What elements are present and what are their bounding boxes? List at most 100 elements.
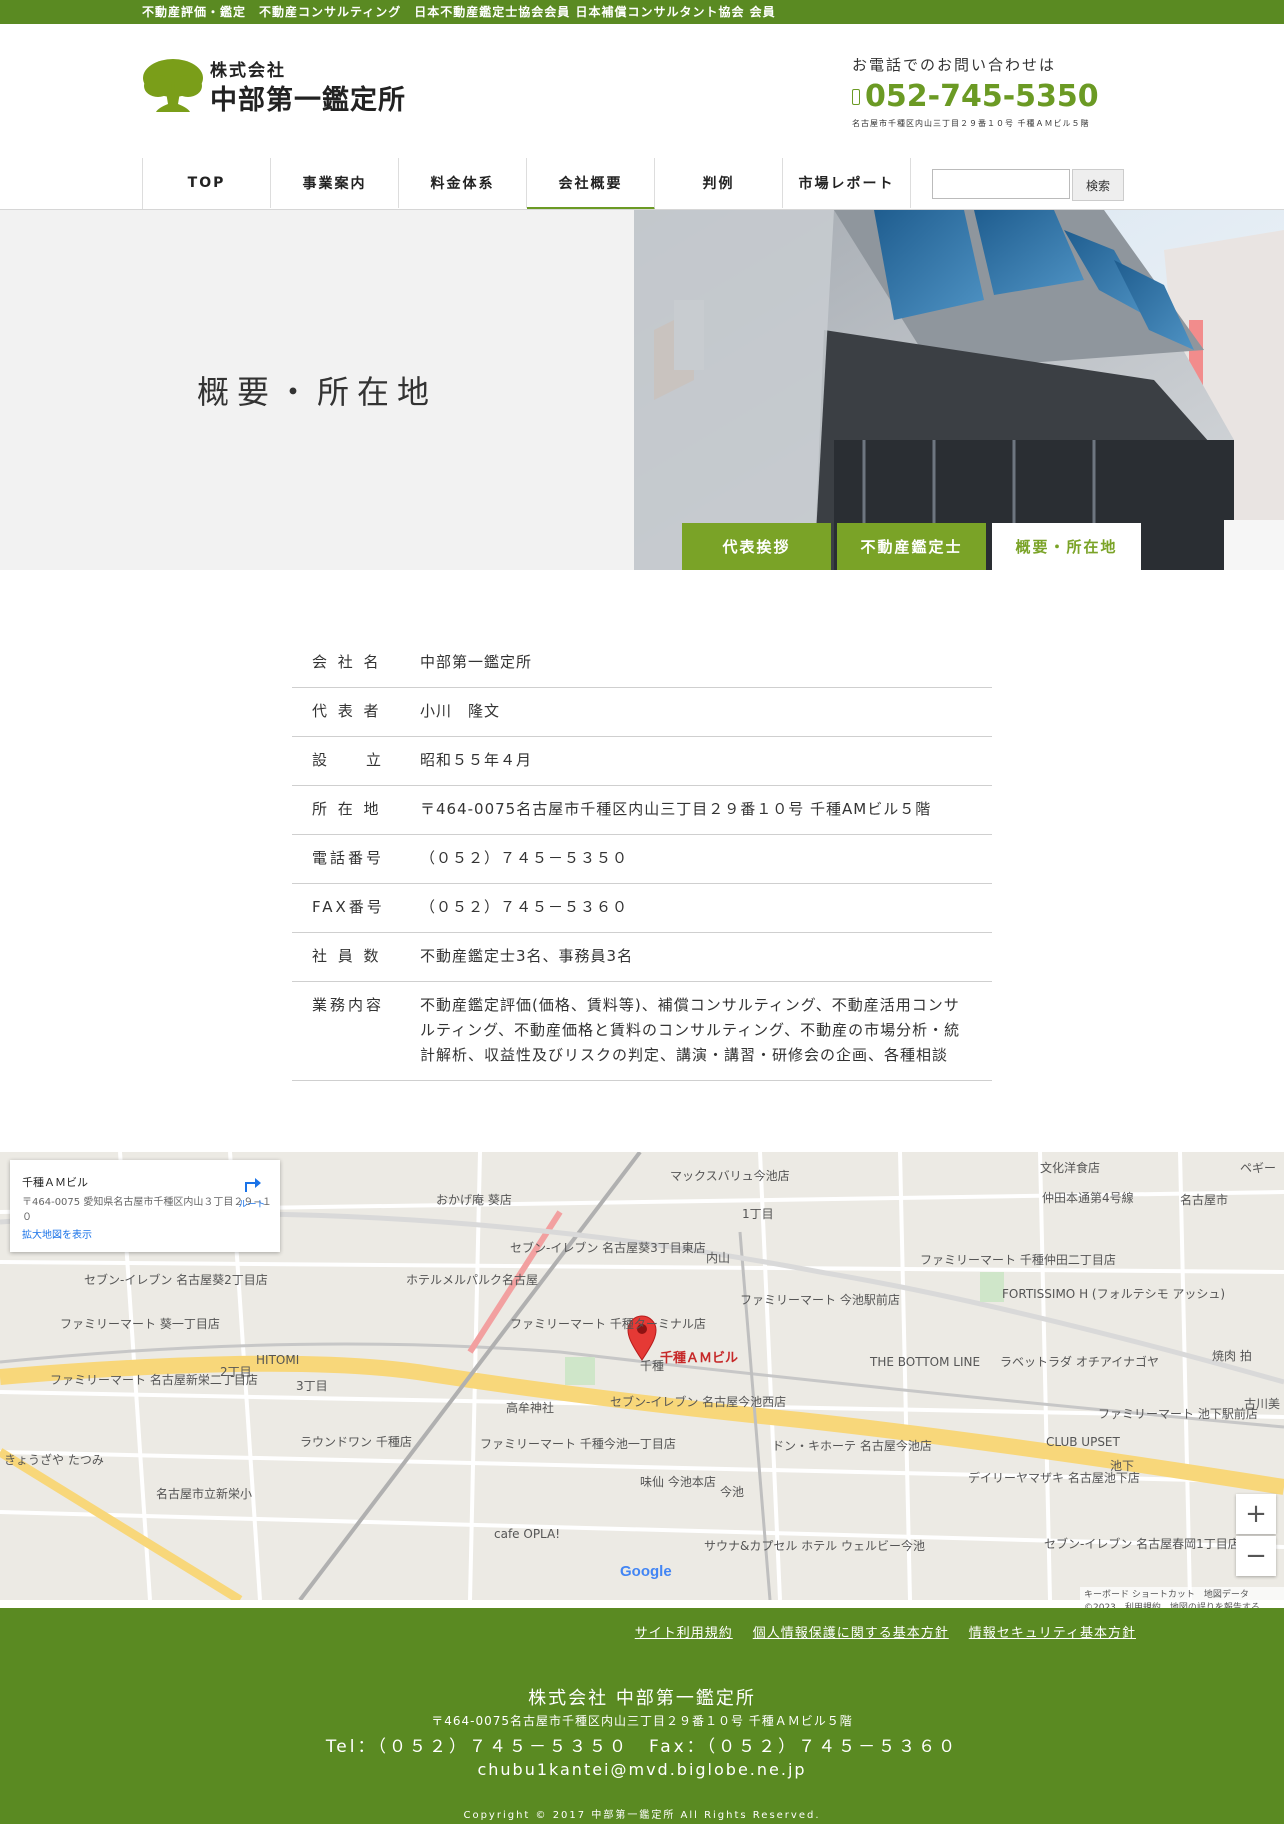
map-label: ペギー xyxy=(1240,1161,1276,1175)
map-label: FORTISSIMO H (フォルテシモ アッシュ) xyxy=(1002,1287,1225,1301)
nav-item-market-report[interactable]: 市場レポート xyxy=(783,158,911,208)
directions-button[interactable]: ルート xyxy=(238,1172,266,1210)
search-button[interactable]: 検索 xyxy=(1072,169,1124,201)
map-pin-label[interactable]: 千種ＡＭビル xyxy=(660,1350,738,1366)
contact-phone-number[interactable]: 052-745-5350 xyxy=(865,79,1099,114)
map-label: セブン-イレブン 名古屋葵3丁目東店 xyxy=(510,1240,706,1255)
map-label: マックスバリュ今池店 xyxy=(670,1168,790,1183)
map-label: THE BOTTOM LINE xyxy=(869,1355,980,1369)
footer-email[interactable]: chubu1kantei@mvd.biglobe.ne.jp xyxy=(0,1760,1284,1779)
tab-appraisers[interactable]: 不動産鑑定士 xyxy=(837,523,986,570)
map-label: 名古屋市 xyxy=(1180,1192,1228,1207)
hero-banner: 概要・所在地 xyxy=(0,210,1284,570)
row-value: 不動産鑑定評価(価格、賃料等)、補償コンサルティング、不動産活用コンサルティング… xyxy=(420,996,961,1064)
search-input[interactable] xyxy=(932,169,1070,199)
tree-logo-icon xyxy=(143,59,203,112)
security-policy-link[interactable]: 情報セキュリティ基本方針 xyxy=(969,1622,1136,1641)
map-label: 焼肉 拍 xyxy=(1212,1348,1252,1363)
map-label: ファミリーマート 千種今池一丁目店 xyxy=(480,1436,676,1451)
map-label: cafe OPLA! xyxy=(494,1527,560,1541)
table-row: 代 表 者 小川 隆文 xyxy=(292,688,992,737)
map-label: 池下 xyxy=(1110,1459,1134,1473)
row-value: （０５２）７４５－５３５０ xyxy=(420,849,629,867)
table-row: FAX番号 （０５２）７４５－５３６０ xyxy=(292,884,992,933)
logo-company-name: 中部第一鑑定所 xyxy=(210,85,406,116)
nav-item-business[interactable]: 事業案内 xyxy=(271,158,399,208)
map-label: セブン-イレブン 名古屋葵2丁目店 xyxy=(84,1272,268,1287)
row-value: 不動産鑑定士3名、事務員3名 xyxy=(420,947,634,965)
map-label: きょうざや たつみ xyxy=(4,1452,104,1467)
map-label: セブン-イレブン 名古屋今池西店 xyxy=(610,1394,786,1409)
contact-address: 名古屋市千種区内山三丁目２９番１０号 千種ＡＭビル５階 xyxy=(852,119,1090,128)
terms-link[interactable]: サイト利用規約 xyxy=(635,1622,733,1641)
tab-overview-location[interactable]: 概要・所在地 xyxy=(992,523,1141,570)
map-label: セブン-イレブン 名古屋春岡1丁目店 xyxy=(1044,1536,1240,1551)
map-label: HITOMI xyxy=(256,1353,299,1367)
row-label: 代 表 者 xyxy=(312,702,382,720)
directions-icon xyxy=(245,1178,261,1192)
row-label: 設 立 xyxy=(312,751,385,769)
footer-company-name: 株式会社 中部第一鑑定所 xyxy=(528,1688,756,1709)
nav-item-company[interactable]: 会社概要 xyxy=(527,158,655,210)
row-value: 〒464-0075名古屋市千種区内山三丁目２９番１０号 千種AMビル５階 xyxy=(420,800,932,818)
nav-item-cases[interactable]: 判例 xyxy=(655,158,783,208)
map-label: 内山 xyxy=(706,1251,730,1265)
privacy-policy-link[interactable]: 個人情報保護に関する基本方針 xyxy=(753,1622,949,1641)
map-label: ファミリーマート 千種ターミナル店 xyxy=(510,1317,706,1331)
phone-icon xyxy=(852,88,860,105)
table-row: 設 立 昭和５５年４月 xyxy=(292,737,992,786)
row-value: （０５２）７４５－５３６０ xyxy=(420,898,629,916)
map-label: おかげ庵 葵店 xyxy=(436,1192,512,1207)
nav-item-fees[interactable]: 料金体系 xyxy=(399,158,527,208)
map-label: 3丁目 xyxy=(296,1379,328,1393)
map-place-name: 千種ＡＭビル xyxy=(22,1176,88,1189)
map-label: 高牟神社 xyxy=(506,1400,554,1415)
map-label: CLUB UPSET xyxy=(1046,1435,1121,1449)
contact-label: お電話でのお問い合わせは xyxy=(852,56,1057,74)
footer-address: 〒464-0075名古屋市千種区内山三丁目２９番１０号 千種ＡＭビル５階 xyxy=(431,1714,853,1728)
zoom-out-button[interactable]: − xyxy=(1236,1536,1276,1576)
row-label: 会 社 名 xyxy=(312,653,382,671)
zoom-in-button[interactable]: + xyxy=(1236,1494,1276,1534)
main-nav: TOP 事業案内 料金体系 会社概要 判例 市場レポート xyxy=(142,158,911,210)
row-label: 業務内容 xyxy=(312,996,385,1014)
tab-greeting[interactable]: 代表挨拶 xyxy=(682,523,831,570)
directions-label: ルート xyxy=(238,1200,266,1210)
map-label: ファミリーマート 千種仲田二丁目店 xyxy=(920,1253,1116,1267)
table-row: 所 在 地 〒464-0075名古屋市千種区内山三丁目２９番１０号 千種AMビル… xyxy=(292,786,992,835)
site-logo[interactable]: 株式会社 中部第一鑑定所 xyxy=(142,52,432,118)
row-label: FAX番号 xyxy=(312,898,385,916)
map-label: 1丁目 xyxy=(742,1207,774,1221)
google-map[interactable]: マックスバリュ今池店 文化洋食店 仲田本通第4号線 名古屋市 ペギー おかげ庵 葵店 セブン… xyxy=(0,1152,1284,1600)
company-info-table: 会 社 名 中部第一鑑定所 代 表 者 小川 隆文 設 立 昭和５５年４月 所 … xyxy=(292,642,992,1081)
map-label: 2丁目 xyxy=(220,1365,252,1379)
table-row: 業務内容 不動産鑑定評価(価格、賃料等)、補償コンサルティング、不動産活用コンサ… xyxy=(292,982,992,1081)
row-value: 小川 隆文 xyxy=(420,702,501,720)
footer-tel-fax: Tel：（０５２）７４５－５３５０ Fax：（０５２）７４５－５３６０ xyxy=(325,1737,959,1757)
map-label: ホテルメルパルク名古屋 xyxy=(406,1272,538,1287)
site-footer: サイト利用規約 個人情報保護に関する基本方針 情報セキュリティ基本方針 株式会社… xyxy=(0,1608,1284,1824)
page-title: 概要・所在地 xyxy=(196,373,437,411)
map-label: ファミリーマート 葵一丁目店 xyxy=(60,1317,220,1331)
building-photo xyxy=(634,210,1284,570)
map-label: 名古屋市立新栄小 xyxy=(156,1486,252,1501)
map-label: 古川美 xyxy=(1244,1396,1280,1411)
map-label: 文化洋食店 xyxy=(1040,1160,1100,1175)
row-value: 中部第一鑑定所 xyxy=(420,653,533,671)
footer-links: サイト利用規約 個人情報保護に関する基本方針 情報セキュリティ基本方針 xyxy=(635,1622,1136,1641)
map-label: 味仙 今池本店 xyxy=(640,1474,716,1489)
map-label: ラウンドワン 千種店 xyxy=(300,1435,412,1449)
table-row: 社 員 数 不動産鑑定士3名、事務員3名 xyxy=(292,933,992,982)
map-label: サウナ&カプセル ホテル ウェルビー今池 xyxy=(704,1538,925,1553)
map-label: ラベットラダ オチアイナゴヤ xyxy=(1000,1354,1159,1369)
table-row: 会 社 名 中部第一鑑定所 xyxy=(292,642,992,688)
header-contact: お電話でのお問い合わせは 052-745-5350 名古屋市千種区内山三丁目２９… xyxy=(852,54,1152,129)
top-bar-text: 不動産評価・鑑定 不動産コンサルティング 日本不動産鑑定士協会会員 日本補償コン… xyxy=(142,5,776,19)
svg-text:Google: Google xyxy=(620,1563,672,1580)
view-larger-map-link[interactable]: 拡大地図を表示 xyxy=(22,1226,92,1241)
map-label: 今池 xyxy=(720,1484,744,1499)
row-label: 所 在 地 xyxy=(312,800,382,818)
contact-phone[interactable]: 052-745-5350 xyxy=(852,79,1152,114)
map-place-card: 千種ＡＭビル 〒464-0075 愛知県名古屋市千種区内山３丁目２９−１０ 拡大… xyxy=(10,1160,280,1252)
nav-item-top[interactable]: TOP xyxy=(143,158,271,208)
